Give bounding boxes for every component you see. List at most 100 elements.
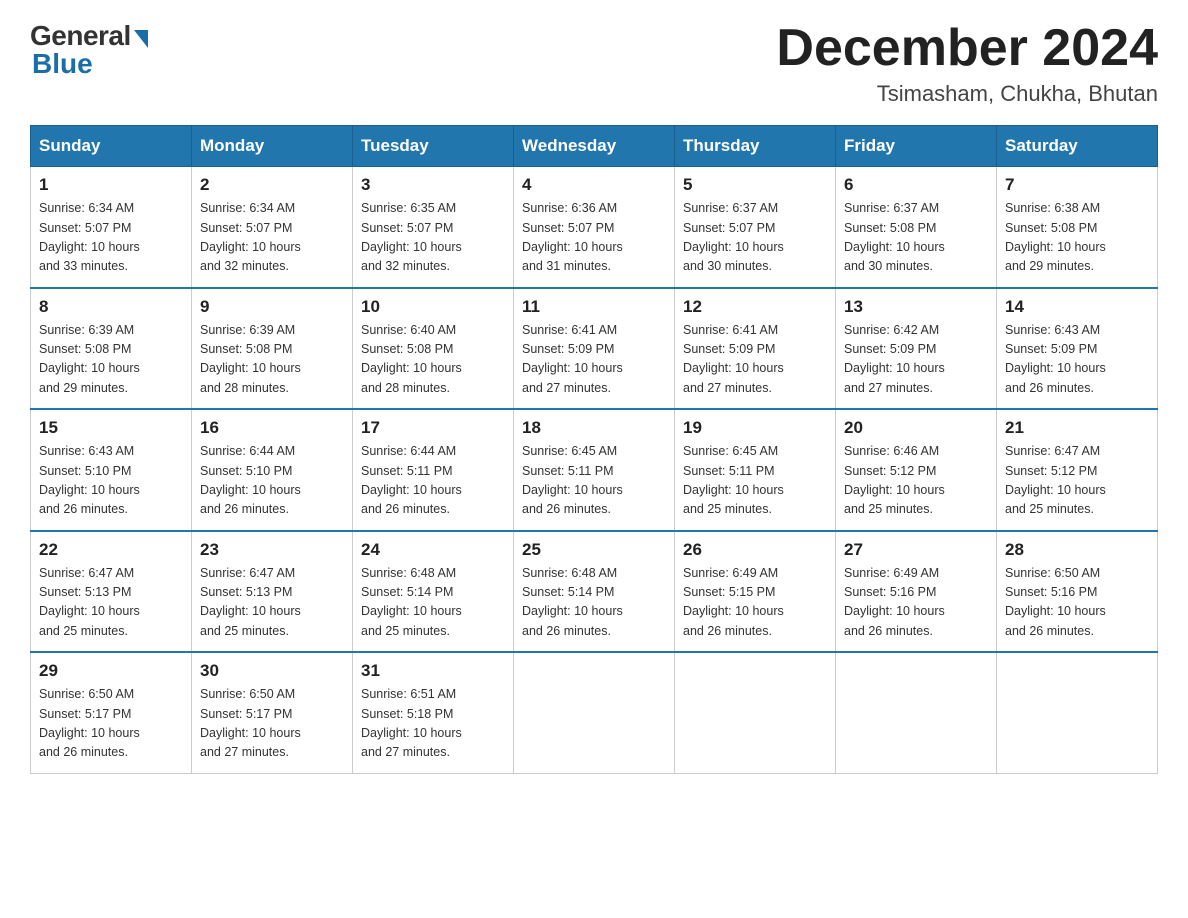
daylight-label: Daylight: 10 hours	[522, 483, 623, 497]
table-row	[514, 652, 675, 773]
day-info: Sunrise: 6:51 AM Sunset: 5:18 PM Dayligh…	[361, 685, 505, 763]
header-tuesday: Tuesday	[353, 126, 514, 167]
daylight-label: Daylight: 10 hours	[39, 361, 140, 375]
logo-arrow-icon	[134, 30, 148, 48]
daylight-minutes: and 27 minutes.	[361, 745, 450, 759]
day-info: Sunrise: 6:34 AM Sunset: 5:07 PM Dayligh…	[200, 199, 344, 277]
daylight-minutes: and 25 minutes.	[39, 624, 128, 638]
sunset-label: Sunset: 5:09 PM	[1005, 342, 1097, 356]
table-row: 26 Sunrise: 6:49 AM Sunset: 5:15 PM Dayl…	[675, 531, 836, 653]
sunset-label: Sunset: 5:08 PM	[1005, 221, 1097, 235]
daylight-label: Daylight: 10 hours	[844, 604, 945, 618]
table-row	[997, 652, 1158, 773]
daylight-label: Daylight: 10 hours	[39, 240, 140, 254]
day-number: 3	[361, 175, 505, 195]
daylight-minutes: and 29 minutes.	[39, 381, 128, 395]
day-number: 4	[522, 175, 666, 195]
table-row: 11 Sunrise: 6:41 AM Sunset: 5:09 PM Dayl…	[514, 288, 675, 410]
daylight-label: Daylight: 10 hours	[844, 361, 945, 375]
table-row: 27 Sunrise: 6:49 AM Sunset: 5:16 PM Dayl…	[836, 531, 997, 653]
daylight-minutes: and 28 minutes.	[200, 381, 289, 395]
calendar-header-row: Sunday Monday Tuesday Wednesday Thursday…	[31, 126, 1158, 167]
daylight-label: Daylight: 10 hours	[361, 726, 462, 740]
day-number: 1	[39, 175, 183, 195]
table-row: 16 Sunrise: 6:44 AM Sunset: 5:10 PM Dayl…	[192, 409, 353, 531]
table-row: 20 Sunrise: 6:46 AM Sunset: 5:12 PM Dayl…	[836, 409, 997, 531]
day-info: Sunrise: 6:44 AM Sunset: 5:11 PM Dayligh…	[361, 442, 505, 520]
table-row	[675, 652, 836, 773]
day-info: Sunrise: 6:40 AM Sunset: 5:08 PM Dayligh…	[361, 321, 505, 399]
table-row: 1 Sunrise: 6:34 AM Sunset: 5:07 PM Dayli…	[31, 167, 192, 288]
table-row: 5 Sunrise: 6:37 AM Sunset: 5:07 PM Dayli…	[675, 167, 836, 288]
sunset-label: Sunset: 5:17 PM	[200, 707, 292, 721]
day-number: 13	[844, 297, 988, 317]
sunrise-label: Sunrise: 6:40 AM	[361, 323, 456, 337]
table-row: 31 Sunrise: 6:51 AM Sunset: 5:18 PM Dayl…	[353, 652, 514, 773]
sunrise-label: Sunrise: 6:41 AM	[522, 323, 617, 337]
sunset-label: Sunset: 5:11 PM	[683, 464, 775, 478]
sunset-label: Sunset: 5:10 PM	[200, 464, 292, 478]
sunrise-label: Sunrise: 6:43 AM	[39, 444, 134, 458]
day-number: 23	[200, 540, 344, 560]
sunrise-label: Sunrise: 6:47 AM	[1005, 444, 1100, 458]
sunset-label: Sunset: 5:08 PM	[200, 342, 292, 356]
sunset-label: Sunset: 5:11 PM	[522, 464, 614, 478]
header-wednesday: Wednesday	[514, 126, 675, 167]
sunset-label: Sunset: 5:08 PM	[844, 221, 936, 235]
day-number: 22	[39, 540, 183, 560]
table-row: 6 Sunrise: 6:37 AM Sunset: 5:08 PM Dayli…	[836, 167, 997, 288]
day-info: Sunrise: 6:45 AM Sunset: 5:11 PM Dayligh…	[522, 442, 666, 520]
sunrise-label: Sunrise: 6:47 AM	[200, 566, 295, 580]
day-number: 31	[361, 661, 505, 681]
sunrise-label: Sunrise: 6:50 AM	[1005, 566, 1100, 580]
daylight-minutes: and 25 minutes.	[683, 502, 772, 516]
daylight-minutes: and 27 minutes.	[522, 381, 611, 395]
sunset-label: Sunset: 5:10 PM	[39, 464, 131, 478]
day-info: Sunrise: 6:45 AM Sunset: 5:11 PM Dayligh…	[683, 442, 827, 520]
sunset-label: Sunset: 5:07 PM	[361, 221, 453, 235]
table-row: 25 Sunrise: 6:48 AM Sunset: 5:14 PM Dayl…	[514, 531, 675, 653]
daylight-label: Daylight: 10 hours	[39, 604, 140, 618]
table-row: 28 Sunrise: 6:50 AM Sunset: 5:16 PM Dayl…	[997, 531, 1158, 653]
daylight-label: Daylight: 10 hours	[361, 483, 462, 497]
daylight-minutes: and 29 minutes.	[1005, 259, 1094, 273]
title-block: December 2024 Tsimasham, Chukha, Bhutan	[776, 20, 1158, 107]
day-info: Sunrise: 6:42 AM Sunset: 5:09 PM Dayligh…	[844, 321, 988, 399]
sunset-label: Sunset: 5:14 PM	[361, 585, 453, 599]
day-number: 24	[361, 540, 505, 560]
table-row: 19 Sunrise: 6:45 AM Sunset: 5:11 PM Dayl…	[675, 409, 836, 531]
day-info: Sunrise: 6:43 AM Sunset: 5:09 PM Dayligh…	[1005, 321, 1149, 399]
day-info: Sunrise: 6:44 AM Sunset: 5:10 PM Dayligh…	[200, 442, 344, 520]
calendar-week-row: 15 Sunrise: 6:43 AM Sunset: 5:10 PM Dayl…	[31, 409, 1158, 531]
daylight-label: Daylight: 10 hours	[39, 726, 140, 740]
table-row: 24 Sunrise: 6:48 AM Sunset: 5:14 PM Dayl…	[353, 531, 514, 653]
day-info: Sunrise: 6:47 AM Sunset: 5:13 PM Dayligh…	[39, 564, 183, 642]
daylight-label: Daylight: 10 hours	[200, 240, 301, 254]
daylight-minutes: and 26 minutes.	[522, 502, 611, 516]
day-info: Sunrise: 6:43 AM Sunset: 5:10 PM Dayligh…	[39, 442, 183, 520]
sunset-label: Sunset: 5:16 PM	[844, 585, 936, 599]
daylight-label: Daylight: 10 hours	[683, 361, 784, 375]
daylight-minutes: and 25 minutes.	[1005, 502, 1094, 516]
daylight-minutes: and 26 minutes.	[39, 502, 128, 516]
daylight-minutes: and 28 minutes.	[361, 381, 450, 395]
day-info: Sunrise: 6:38 AM Sunset: 5:08 PM Dayligh…	[1005, 199, 1149, 277]
day-info: Sunrise: 6:49 AM Sunset: 5:16 PM Dayligh…	[844, 564, 988, 642]
day-info: Sunrise: 6:50 AM Sunset: 5:17 PM Dayligh…	[39, 685, 183, 763]
sunrise-label: Sunrise: 6:48 AM	[522, 566, 617, 580]
day-number: 30	[200, 661, 344, 681]
day-info: Sunrise: 6:37 AM Sunset: 5:07 PM Dayligh…	[683, 199, 827, 277]
day-number: 17	[361, 418, 505, 438]
table-row: 12 Sunrise: 6:41 AM Sunset: 5:09 PM Dayl…	[675, 288, 836, 410]
sunset-label: Sunset: 5:11 PM	[361, 464, 453, 478]
day-number: 7	[1005, 175, 1149, 195]
sunrise-label: Sunrise: 6:37 AM	[683, 201, 778, 215]
sunrise-label: Sunrise: 6:45 AM	[683, 444, 778, 458]
sunset-label: Sunset: 5:09 PM	[522, 342, 614, 356]
sunset-label: Sunset: 5:16 PM	[1005, 585, 1097, 599]
table-row: 14 Sunrise: 6:43 AM Sunset: 5:09 PM Dayl…	[997, 288, 1158, 410]
daylight-minutes: and 26 minutes.	[200, 502, 289, 516]
day-number: 15	[39, 418, 183, 438]
table-row: 4 Sunrise: 6:36 AM Sunset: 5:07 PM Dayli…	[514, 167, 675, 288]
daylight-label: Daylight: 10 hours	[200, 361, 301, 375]
